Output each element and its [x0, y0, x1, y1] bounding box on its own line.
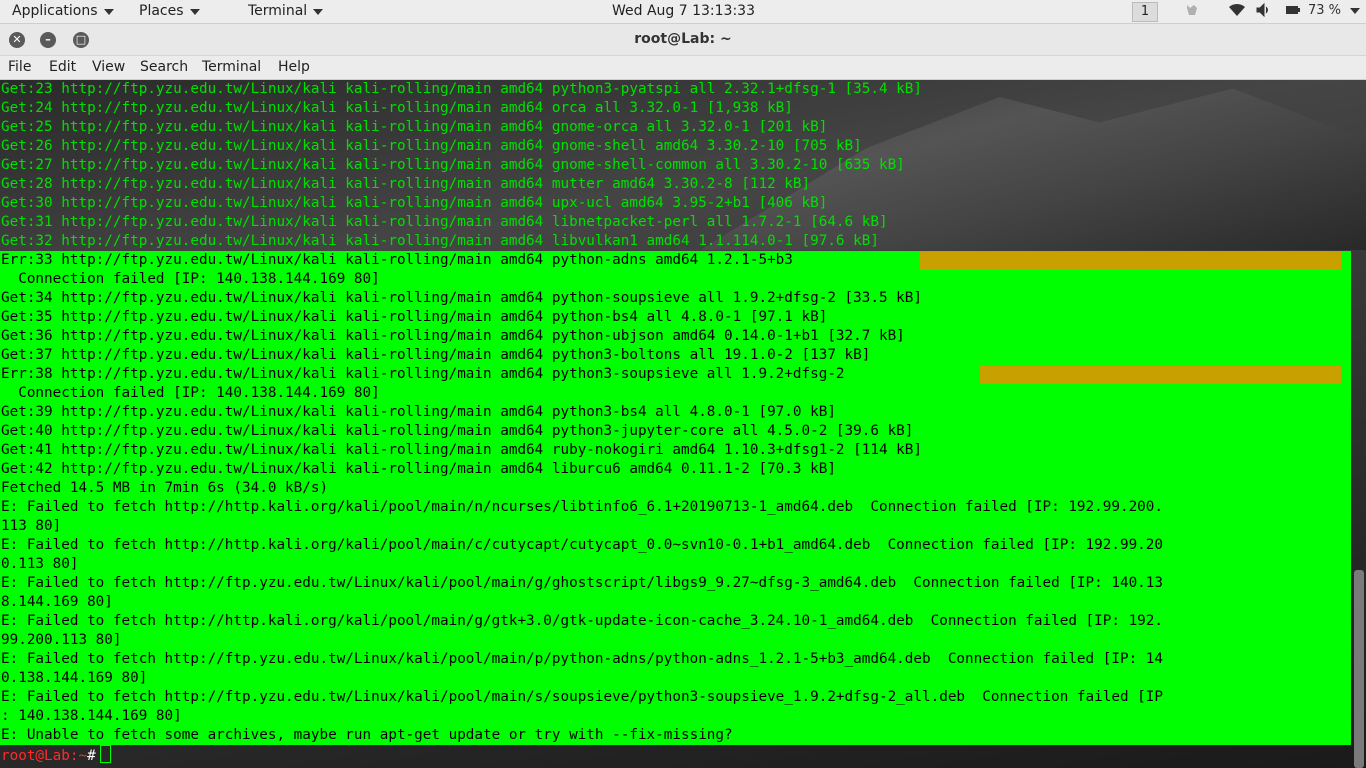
- menu-view[interactable]: View: [92, 59, 125, 75]
- terminal-line: E: Failed to fetch http://http.kali.org/…: [1, 613, 1164, 629]
- terminal-line: Get:27 http://ftp.yzu.edu.tw/Linux/kali …: [1, 157, 905, 173]
- terminal-line: Get:32 http://ftp.yzu.edu.tw/Linux/kali …: [1, 233, 879, 249]
- chevron-down-icon: [103, 9, 114, 15]
- terminal-line: Get:26 http://ftp.yzu.edu.tw/Linux/kali …: [1, 138, 862, 154]
- terminal-line: 0.113 80]: [1, 556, 79, 572]
- terminal-line: Connection failed [IP: 140.138.144.169 8…: [1, 385, 380, 401]
- clock[interactable]: Wed Aug 7 13:13:33: [612, 3, 755, 19]
- terminal-line: E: Unable to fetch some archives, maybe …: [1, 727, 733, 743]
- chevron-down-icon: [189, 9, 200, 15]
- terminal-line: 99.200.113 80]: [1, 632, 122, 648]
- terminal-line: E: Failed to fetch http://ftp.yzu.edu.tw…: [1, 575, 1164, 591]
- terminal-line: Get:39 http://ftp.yzu.edu.tw/Linux/kali …: [1, 404, 836, 420]
- workspace-indicator[interactable]: 1: [1132, 2, 1158, 22]
- terminal-line: E: Failed to fetch http://http.kali.org/…: [1, 537, 1164, 553]
- window-titlebar[interactable]: ✕ – □ root@Lab: ~: [0, 24, 1366, 56]
- chevron-down-icon[interactable]: [1350, 3, 1360, 18]
- terminal-app-label: Terminal: [248, 3, 308, 19]
- terminal-line: 113 80]: [1, 518, 62, 534]
- menubar: File Edit View Search Terminal Help: [0, 56, 1366, 80]
- terminal-app-menu[interactable]: Terminal: [248, 3, 324, 19]
- window-title: root@Lab: ~: [634, 31, 732, 47]
- menu-edit[interactable]: Edit: [49, 59, 76, 75]
- scrollbar[interactable]: [1354, 570, 1364, 768]
- terminal-line: Get:25 http://ftp.yzu.edu.tw/Linux/kali …: [1, 119, 828, 135]
- terminal-line: Get:35 http://ftp.yzu.edu.tw/Linux/kali …: [1, 309, 828, 325]
- terminal-line: Get:37 http://ftp.yzu.edu.tw/Linux/kali …: [1, 347, 871, 363]
- applications-label: Applications: [12, 3, 98, 19]
- places-label: Places: [139, 3, 184, 19]
- chevron-down-icon: [313, 9, 324, 15]
- terminal-line: Get:31 http://ftp.yzu.edu.tw/Linux/kali …: [1, 214, 888, 230]
- terminal-line: Get:40 http://ftp.yzu.edu.tw/Linux/kali …: [1, 423, 914, 439]
- terminal-line: Get:30 http://ftp.yzu.edu.tw/Linux/kali …: [1, 195, 828, 211]
- terminal-line: E: Failed to fetch http://ftp.yzu.edu.tw…: [1, 651, 1164, 667]
- terminal-line: Get:24 http://ftp.yzu.edu.tw/Linux/kali …: [1, 100, 793, 116]
- top-panel: Applications Places Terminal Wed Aug 7 1…: [0, 0, 1366, 24]
- menu-help[interactable]: Help: [278, 59, 310, 75]
- terminal-line: 8.144.169 80]: [1, 594, 113, 610]
- terminal-line: Err:33 http://ftp.yzu.edu.tw/Linux/kali …: [1, 252, 793, 268]
- terminal-line: 0.138.144.169 80]: [1, 670, 148, 686]
- wifi-icon[interactable]: [1229, 3, 1245, 21]
- menu-file[interactable]: File: [8, 59, 31, 75]
- terminal-line: Get:41 http://ftp.yzu.edu.tw/Linux/kali …: [1, 442, 922, 458]
- terminal-line: E: Failed to fetch http://ftp.yzu.edu.tw…: [1, 689, 1164, 705]
- terminal-line: Fetched 14.5 MB in 7min 6s (34.0 kB/s): [1, 480, 329, 496]
- shell-prompt[interactable]: root@Lab:~#: [1, 745, 111, 766]
- keyboard-icon[interactable]: [1184, 3, 1200, 21]
- menu-terminal[interactable]: Terminal: [202, 59, 261, 75]
- battery-icon[interactable]: [1285, 3, 1301, 21]
- places-menu[interactable]: Places: [139, 3, 200, 19]
- terminal-line: Get:36 http://ftp.yzu.edu.tw/Linux/kali …: [1, 328, 905, 344]
- volume-icon[interactable]: [1256, 2, 1272, 21]
- terminal-line: Get:28 http://ftp.yzu.edu.tw/Linux/kali …: [1, 176, 811, 192]
- prompt-user: root@Lab: [1, 748, 70, 764]
- battery-percent: 73 %: [1308, 3, 1342, 18]
- terminal-line: Connection failed [IP: 140.138.144.169 8…: [1, 271, 380, 287]
- terminal-line: : 140.138.144.169 80]: [1, 708, 182, 724]
- prompt-symbol: #: [87, 748, 96, 764]
- terminal-text: Get:23 http://ftp.yzu.edu.tw/Linux/kali …: [1, 80, 1163, 745]
- applications-menu[interactable]: Applications: [12, 3, 114, 19]
- menu-search[interactable]: Search: [140, 59, 188, 75]
- terminal-line: Get:42 http://ftp.yzu.edu.tw/Linux/kali …: [1, 461, 836, 477]
- terminal-line: Err:38 http://ftp.yzu.edu.tw/Linux/kali …: [1, 366, 845, 382]
- terminal-output-area[interactable]: Get:23 http://ftp.yzu.edu.tw/Linux/kali …: [0, 80, 1366, 768]
- terminal-line: E: Failed to fetch http://http.kali.org/…: [1, 499, 1164, 515]
- prompt-path: :~: [69, 748, 88, 764]
- terminal-line: Get:34 http://ftp.yzu.edu.tw/Linux/kali …: [1, 290, 922, 306]
- text-cursor: [99, 745, 111, 763]
- terminal-line: Get:23 http://ftp.yzu.edu.tw/Linux/kali …: [1, 81, 922, 97]
